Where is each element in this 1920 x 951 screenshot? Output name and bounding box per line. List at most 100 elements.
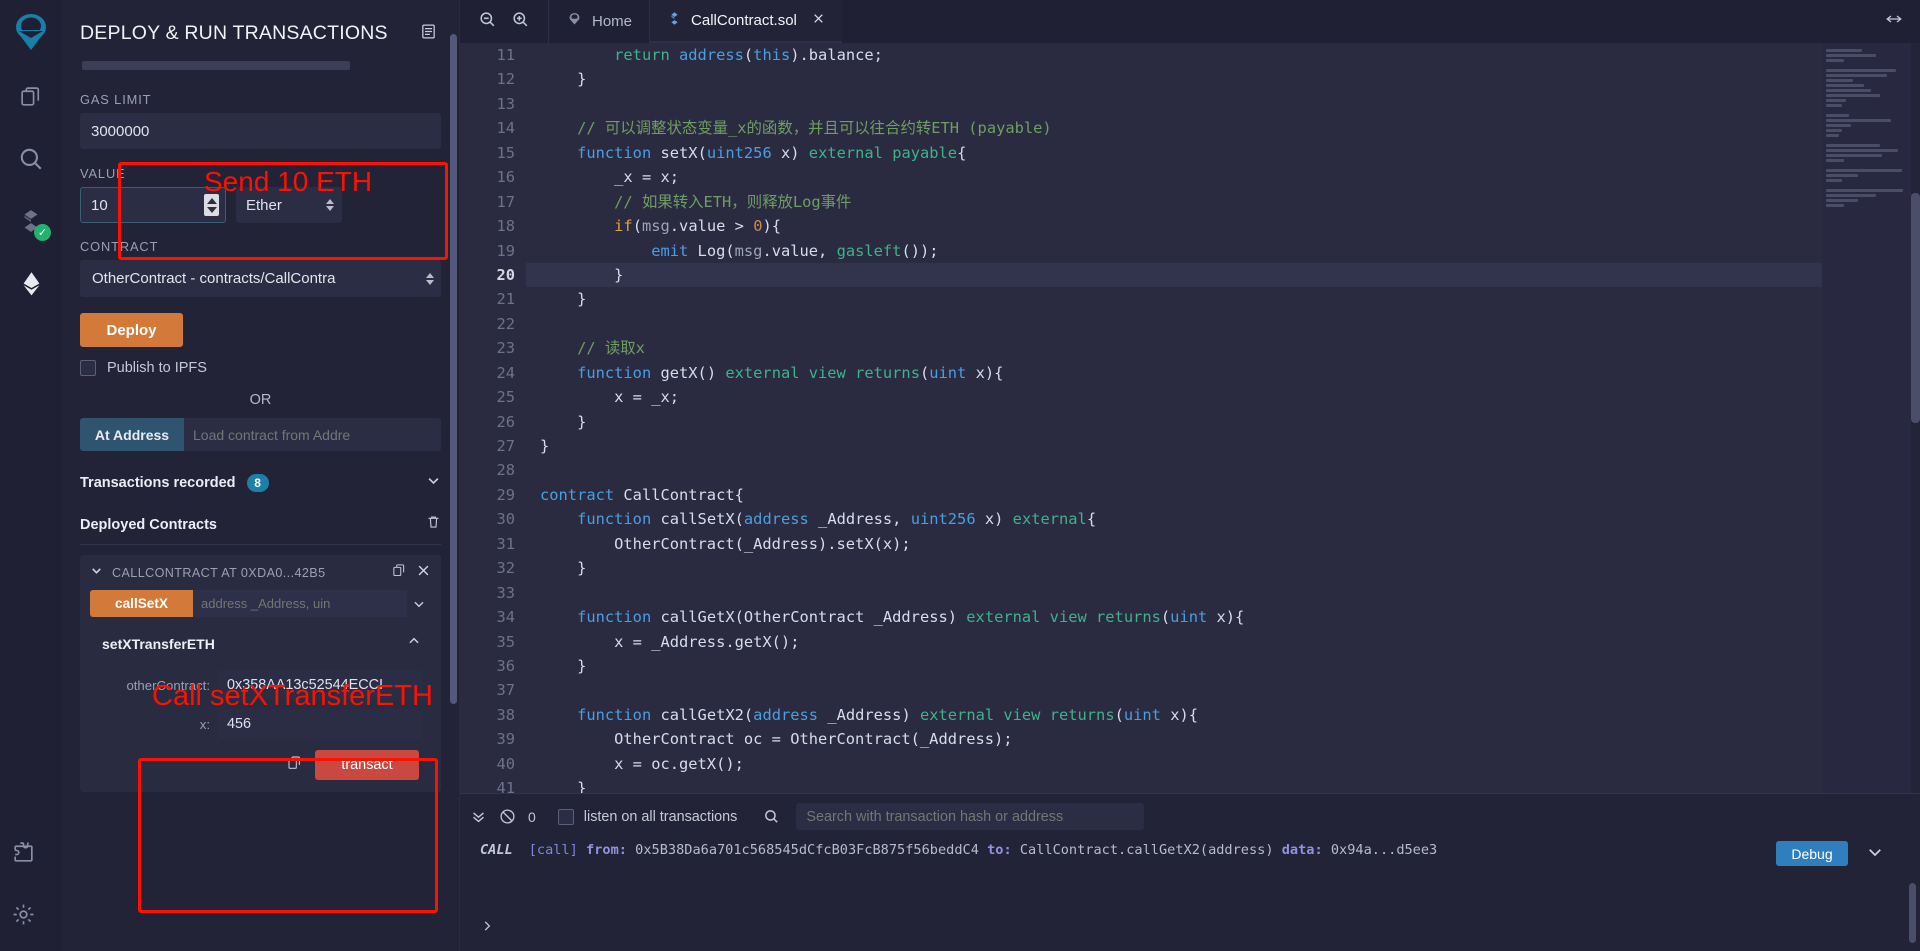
log-to-value: CallContract.callGetX2(address) [1020,842,1274,858]
code-line[interactable]: _x = x; [540,165,1822,189]
code-line[interactable]: function getX() external view returns(ui… [540,361,1822,385]
terminal-log-row[interactable]: CALL[call] from: 0x5B38Da6a701c568545dCf… [460,839,1920,905]
editor-minimap[interactable] [1822,43,1920,793]
code-line[interactable]: } [540,654,1822,678]
code-content[interactable]: return address(this).balance; } // 可以调整状… [526,43,1822,793]
code-line[interactable]: return address(this).balance; [540,43,1822,67]
code-line[interactable]: } [540,776,1822,793]
chevron-down-icon[interactable] [1866,843,1884,865]
code-line[interactable]: x = oc.getX(); [540,752,1822,776]
solidity-compiler-icon[interactable]: ✓ [8,198,54,244]
value-unit-select[interactable]: Ether [236,187,342,223]
chevron-down-icon[interactable] [90,564,103,582]
value-stepper[interactable] [204,194,219,216]
copy-calldata-icon[interactable] [287,755,303,776]
param-row: otherContract: [92,670,429,700]
code-line[interactable]: contract CallContract{ [540,483,1822,507]
code-line[interactable]: } [540,410,1822,434]
publish-ipfs-checkbox[interactable] [80,360,96,376]
terminal-scrollbar[interactable] [1909,883,1916,943]
code-line[interactable]: OtherContract(_Address).setX(x); [540,532,1822,556]
at-address-button[interactable]: At Address [80,418,184,451]
code-line[interactable]: function callGetX2(address _Address) ext… [540,703,1822,727]
code-line[interactable]: x = _Address.getX(); [540,630,1822,654]
copy-icon[interactable] [392,563,407,583]
editor-scrollbar-track[interactable] [1911,43,1920,793]
code-line[interactable]: function callSetX(address _Address, uint… [540,507,1822,531]
stepper-up-icon[interactable] [207,198,217,204]
double-chevron-down-icon[interactable] [470,808,487,825]
minimap-line [1826,159,1844,162]
editor-scrollbar-thumb[interactable] [1911,193,1920,423]
clear-console-icon[interactable] [499,808,516,825]
code-line[interactable]: x = _x; [540,385,1822,409]
document-icon[interactable] [420,23,437,45]
publish-ipfs-row[interactable]: Publish to IPFS [80,360,441,376]
tab-callcontract[interactable]: CallContract.sol [649,0,842,43]
code-line[interactable]: // 如果转入ETH，则释放Log事件 [540,190,1822,214]
code-line[interactable] [540,458,1822,482]
at-address-input[interactable] [184,418,441,451]
zoom-in-icon[interactable] [511,10,530,34]
terminal-prompt-row[interactable] [460,905,1920,951]
panel-scrollbar[interactable] [450,34,457,704]
callsetx-button[interactable]: callSetX [90,590,193,617]
contract-select[interactable]: OtherContract - contracts/CallContra [80,260,441,297]
line-number: 41 [474,776,515,793]
code-line[interactable]: OtherContract oc = OtherContract(_Addres… [540,727,1822,751]
expand-horizontal-icon[interactable] [1884,10,1904,33]
debug-button[interactable]: Debug [1776,841,1848,866]
search-icon[interactable] [763,808,780,825]
listen-all-transactions-checkbox[interactable] [558,809,574,825]
plugin-manager-icon[interactable] [0,829,46,875]
transact-button[interactable]: transact [315,750,419,780]
terminal-search-input[interactable] [796,803,1144,830]
minimap-line [1826,129,1842,132]
setxtransfereth-header[interactable]: setXTransferETH [92,630,429,661]
code-line[interactable]: } [540,67,1822,91]
code-line[interactable]: // 读取x [540,336,1822,360]
chevron-up-icon[interactable] [407,634,421,653]
x-input[interactable] [218,709,422,739]
panel-body: GAS LIMIT VALUE Ether [62,61,459,792]
code-line[interactable]: } [540,434,1822,458]
code-line[interactable]: // 可以调整状态变量_x的函数，并且可以往合约转ETH (payable) [540,116,1822,140]
code-line[interactable]: function callGetX(OtherContract _Address… [540,605,1822,629]
callsetx-params-input[interactable] [193,590,407,617]
chevron-down-icon[interactable] [426,473,441,493]
instance-header[interactable]: CALLCONTRACT AT 0XDA0...42B5 [90,563,431,583]
tab-home[interactable]: Home [548,0,649,43]
code-line[interactable] [540,678,1822,702]
settings-gear-icon[interactable] [0,891,46,937]
code-line[interactable] [540,581,1822,605]
othercontract-input[interactable] [218,670,422,700]
search-icon[interactable] [8,136,54,182]
zoom-out-icon[interactable] [478,10,497,34]
transactions-recorded-row[interactable]: Transactions recorded 8 [80,473,441,499]
code-line[interactable]: if(msg.value > 0){ [540,214,1822,238]
code-line[interactable]: emit Log(msg.value, gasleft()); [540,239,1822,263]
minimap-line [1826,174,1858,177]
code-editor[interactable]: 1112131415161718192021222324252627282930… [460,43,1822,793]
stepper-down-icon[interactable] [207,207,217,213]
close-icon[interactable] [812,12,825,29]
code-line[interactable]: } [540,556,1822,580]
param-row: x: [92,709,429,739]
listen-all-transactions-row[interactable]: listen on all transactions [558,809,738,825]
trash-icon[interactable] [426,514,441,535]
code-line[interactable] [540,92,1822,116]
line-number: 20 [474,263,515,287]
deploy-button[interactable]: Deploy [80,313,183,347]
deploy-run-icon[interactable] [8,260,54,306]
gas-limit-input[interactable] [80,113,441,149]
close-icon[interactable] [416,563,431,583]
log-kind: CALL [480,842,513,858]
code-line[interactable] [540,312,1822,336]
minimap-line [1826,199,1858,202]
code-line[interactable]: } [540,287,1822,311]
chevron-down-icon[interactable] [407,597,431,611]
line-number: 32 [474,556,515,580]
file-explorer-icon[interactable] [8,74,54,120]
code-line[interactable]: function setX(uint256 x) external payabl… [540,141,1822,165]
code-line[interactable]: } [526,263,1822,287]
